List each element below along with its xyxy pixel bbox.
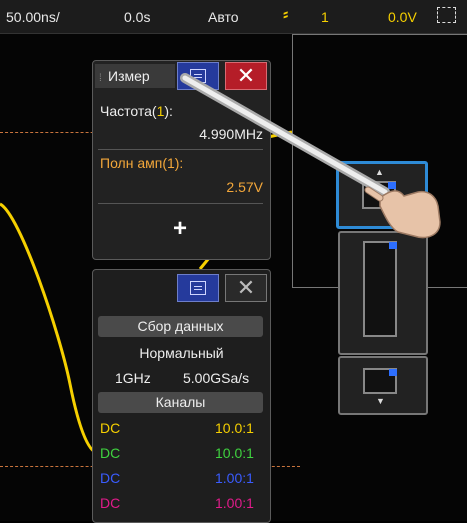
drag-gesture-overlay (180, 73, 441, 239)
hand-pointer-icon (364, 186, 441, 239)
drag-arrow-highlight (182, 75, 388, 195)
